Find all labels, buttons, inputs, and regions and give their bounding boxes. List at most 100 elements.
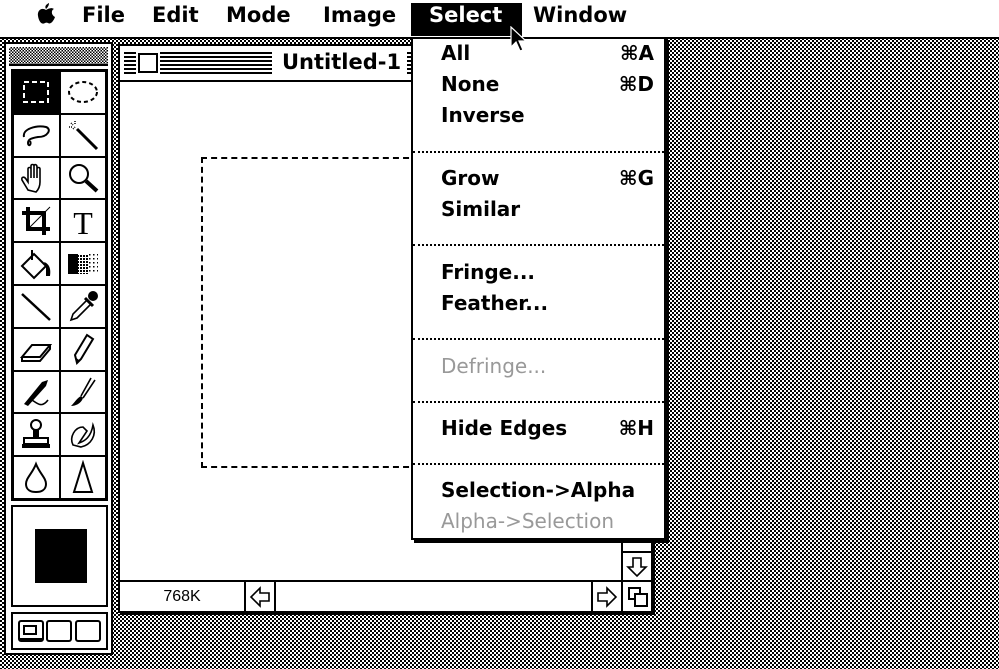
- menu-item-label: Defringe...: [441, 354, 547, 378]
- toolbox-palette: T: [4, 42, 113, 655]
- scroll-left-button[interactable]: [246, 582, 276, 611]
- svg-text:T: T: [73, 205, 93, 239]
- sharpen-tool[interactable]: [59, 456, 106, 499]
- menu-item-inverse[interactable]: Inverse: [441, 103, 654, 133]
- menu-item-defringe: Defringe...: [441, 354, 654, 384]
- menu-window[interactable]: Window: [525, 3, 635, 36]
- apple-menu[interactable]: [28, 3, 64, 36]
- tool-grid: T: [11, 69, 108, 501]
- rectangular-marquee-tool[interactable]: [13, 71, 60, 114]
- hand-tool[interactable]: [13, 156, 60, 200]
- shortcut: ⌘A: [619, 41, 654, 65]
- type-icon: T: [73, 205, 93, 239]
- magnifier-icon: [68, 163, 99, 193]
- type-tool[interactable]: T: [59, 199, 106, 243]
- menu-item-feather[interactable]: Feather...: [441, 291, 654, 321]
- menu-item-fringe[interactable]: Fringe...: [441, 260, 654, 290]
- menu-file[interactable]: File: [74, 3, 133, 36]
- toolbox-title-bar[interactable]: [9, 47, 108, 66]
- menu-item-grow[interactable]: Grow ⌘G: [441, 166, 654, 196]
- paintbrush-icon: [70, 377, 96, 406]
- blur-tool[interactable]: [13, 456, 60, 499]
- menu-item-label: Selection->Alpha: [441, 478, 636, 502]
- menu-item-label: Alpha->Selection: [441, 509, 615, 533]
- memory-indicator: 768K: [120, 582, 246, 611]
- menu-divider: [413, 244, 664, 246]
- left-arrow-icon: [249, 585, 270, 608]
- airbrush-icon: [24, 379, 49, 406]
- menu-mode[interactable]: Mode: [218, 3, 299, 36]
- line-tool[interactable]: [13, 284, 60, 328]
- down-arrow-icon: [626, 557, 648, 578]
- menu-item-label: Feather...: [441, 291, 549, 315]
- eraser-icon: [20, 344, 53, 363]
- crop-tool[interactable]: [13, 199, 60, 243]
- arrow-cursor-icon: [510, 26, 528, 52]
- menu-select[interactable]: Select: [411, 3, 522, 36]
- gradient-tool[interactable]: [59, 242, 106, 285]
- ellipse-marquee-icon: [67, 81, 98, 104]
- cone-icon: [72, 459, 94, 493]
- apple-icon: [37, 3, 55, 24]
- rubber-stamp-icon: [22, 418, 51, 448]
- rubber-stamp-tool[interactable]: [13, 413, 60, 457]
- screen-mode-buttons: [11, 612, 108, 650]
- scroll-right-button[interactable]: [593, 582, 623, 611]
- horizontal-scroll-track[interactable]: [276, 582, 593, 611]
- menu-divider: [413, 151, 664, 153]
- menu-item-label: Hide Edges: [441, 416, 568, 440]
- eyedropper-icon: [69, 291, 98, 322]
- menu-item-similar[interactable]: Similar: [441, 197, 654, 227]
- crop-icon: [22, 206, 51, 235]
- smudge-tool[interactable]: [59, 413, 106, 457]
- menu-divider: [413, 338, 664, 340]
- menu-item-hide-edges[interactable]: Hide Edges ⌘H: [441, 416, 654, 446]
- horizontal-scrollbar: 768K: [120, 580, 651, 611]
- menu-bar: File Edit Mode Image Select Window: [0, 0, 999, 39]
- menu-item-alpha-to-selection: Alpha->Selection: [441, 509, 660, 539]
- menu-item-none[interactable]: None ⌘D: [441, 72, 654, 102]
- resize-icon: [627, 586, 648, 607]
- color-swatches[interactable]: [11, 505, 108, 607]
- airbrush-tool[interactable]: [13, 370, 60, 414]
- menu-item-label: Grow: [441, 166, 500, 190]
- full-screen-mode-button[interactable]: [74, 620, 101, 642]
- menu-item-label: Similar: [441, 197, 521, 221]
- menu-edit[interactable]: Edit: [144, 3, 207, 36]
- close-box[interactable]: [138, 53, 158, 73]
- menu-image[interactable]: Image: [315, 3, 404, 36]
- gradient-icon: [67, 253, 98, 274]
- shortcut: ⌘H: [618, 416, 654, 440]
- paint-bucket-icon: [20, 249, 51, 279]
- menu-item-label: Fringe...: [441, 260, 536, 284]
- water-drop-icon: [25, 460, 48, 493]
- eraser-tool[interactable]: [13, 327, 60, 371]
- elliptical-marquee-tool[interactable]: [59, 71, 106, 114]
- eyedropper-tool[interactable]: [59, 284, 106, 328]
- document-title: Untitled-1: [276, 50, 408, 74]
- menu-divider: [413, 463, 664, 465]
- full-screen-menubar-mode-button[interactable]: [46, 620, 73, 642]
- size-box[interactable]: [623, 582, 652, 611]
- select-menu-dropdown: All ⌘A None ⌘D Inverse Grow ⌘G Similar Frin…: [411, 37, 666, 540]
- magic-wand-tool[interactable]: [59, 113, 106, 157]
- pencil-icon: [73, 333, 95, 366]
- paintbrush-tool[interactable]: [59, 370, 106, 414]
- hand-icon: [21, 163, 42, 193]
- paint-bucket-tool[interactable]: [13, 242, 60, 285]
- right-arrow-icon: [597, 585, 618, 608]
- menu-item-label: None: [441, 72, 500, 96]
- pencil-tool[interactable]: [59, 327, 106, 371]
- scroll-down-button[interactable]: [623, 551, 651, 581]
- menu-item-selection-to-alpha[interactable]: Selection->Alpha: [441, 478, 660, 508]
- menu-item-all[interactable]: All ⌘A: [441, 41, 654, 71]
- shortcut: ⌘G: [619, 166, 654, 190]
- foreground-color-swatch[interactable]: [35, 529, 87, 583]
- zoom-tool[interactable]: [59, 156, 106, 200]
- shortcut: ⌘D: [618, 72, 654, 96]
- lasso-tool[interactable]: [13, 113, 60, 157]
- standard-window-mode-button[interactable]: [18, 620, 45, 642]
- magic-wand-icon: [68, 121, 98, 151]
- menu-item-label: All: [441, 41, 471, 65]
- smudge-icon: [70, 421, 95, 448]
